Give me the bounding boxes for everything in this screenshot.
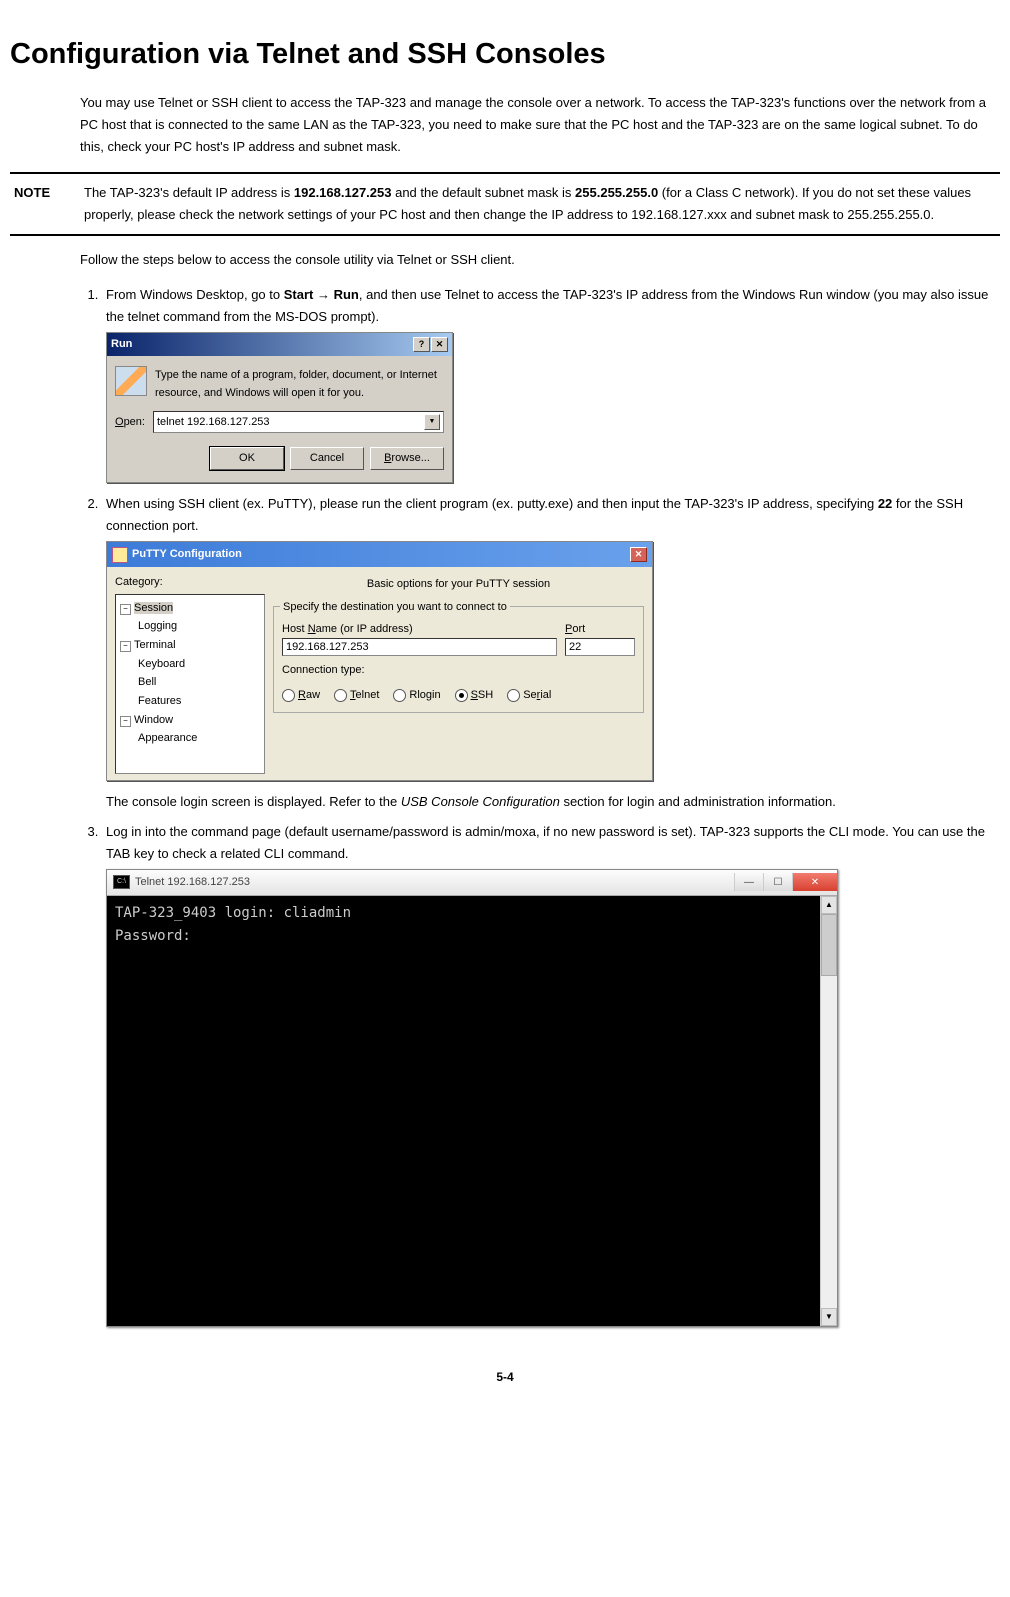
destination-group: Specify the destination you want to conn… bbox=[273, 606, 644, 714]
run-app-icon bbox=[115, 366, 147, 396]
page-number: 5-4 bbox=[10, 1367, 1000, 1387]
host-label: Host Name (or IP address) bbox=[282, 620, 557, 639]
run-titlebar: Run ? ✕ bbox=[107, 333, 452, 356]
scroll-thumb[interactable] bbox=[821, 914, 837, 976]
chevron-down-icon[interactable]: ▼ bbox=[424, 414, 440, 430]
radio-serial[interactable]: Serial bbox=[507, 686, 551, 705]
run-title-text: Run bbox=[111, 335, 132, 354]
category-tree[interactable]: −Session Logging −Terminal Keyboard Bell… bbox=[115, 594, 265, 774]
close-icon[interactable]: ✕ bbox=[431, 337, 448, 352]
port-label: Port bbox=[565, 620, 635, 639]
help-icon[interactable]: ? bbox=[413, 337, 430, 352]
follow-text: Follow the steps below to access the con… bbox=[80, 249, 990, 271]
ok-button[interactable]: OK bbox=[210, 447, 284, 470]
note-label: NOTE bbox=[10, 182, 84, 226]
category-label: Category: bbox=[115, 573, 265, 592]
radio-ssh[interactable]: SSH bbox=[455, 686, 494, 705]
scroll-down-icon[interactable]: ▼ bbox=[821, 1308, 837, 1326]
connection-type-label: Connection type: bbox=[282, 661, 635, 680]
cmd-icon: C:\ bbox=[113, 875, 130, 889]
radio-rlogin[interactable]: Rlogin bbox=[393, 686, 440, 705]
radio-raw[interactable]: Raw bbox=[282, 686, 320, 705]
close-icon[interactable]: ✕ bbox=[630, 547, 647, 562]
step-3: Log in into the command page (default us… bbox=[102, 821, 990, 1327]
maximize-icon[interactable]: ☐ bbox=[763, 873, 792, 891]
intro-paragraph: You may use Telnet or SSH client to acce… bbox=[80, 92, 990, 158]
putty-title-text: PuTTY Configuration bbox=[132, 545, 242, 564]
step-1: From Windows Desktop, go to Start → Run,… bbox=[102, 284, 990, 483]
host-input[interactable] bbox=[282, 638, 557, 656]
scrollbar[interactable]: ▲ ▼ bbox=[820, 896, 837, 1326]
telnet-title-text: Telnet 192.168.127.253 bbox=[135, 873, 250, 892]
page-title: Configuration via Telnet and SSH Console… bbox=[10, 30, 1000, 79]
putty-titlebar: PuTTY Configuration ✕ bbox=[107, 542, 652, 567]
putty-dialog: PuTTY Configuration ✕ Category: −Session… bbox=[106, 541, 653, 780]
scroll-up-icon[interactable]: ▲ bbox=[821, 896, 837, 914]
cancel-button[interactable]: Cancel bbox=[290, 447, 364, 470]
note-block: NOTE The TAP-323's default IP address is… bbox=[10, 172, 1000, 236]
close-icon[interactable]: ✕ bbox=[792, 873, 837, 891]
run-description: Type the name of a program, folder, docu… bbox=[155, 366, 444, 403]
terminal-output[interactable]: TAP-323_9403 login: cliadminPassword: bbox=[107, 896, 820, 1326]
port-input[interactable] bbox=[565, 638, 635, 656]
note-text: The TAP-323's default IP address is 192.… bbox=[84, 182, 1000, 226]
step-2: When using SSH client (ex. PuTTY), pleas… bbox=[102, 493, 990, 813]
open-label: Open: bbox=[115, 413, 147, 432]
open-input[interactable]: telnet 192.168.127.253 ▼ bbox=[153, 411, 444, 433]
telnet-window: C:\ Telnet 192.168.127.253 — ☐ ✕ TAP-323… bbox=[106, 869, 838, 1327]
minimize-icon[interactable]: — bbox=[734, 873, 763, 891]
telnet-titlebar: C:\ Telnet 192.168.127.253 — ☐ ✕ bbox=[107, 870, 837, 896]
browse-button[interactable]: Browse... bbox=[370, 447, 444, 470]
putty-icon bbox=[112, 547, 128, 563]
run-dialog: Run ? ✕ Type the name of a program, fold… bbox=[106, 332, 453, 483]
radio-telnet[interactable]: Telnet bbox=[334, 686, 379, 705]
putty-header: Basic options for your PuTTY session bbox=[273, 573, 644, 600]
